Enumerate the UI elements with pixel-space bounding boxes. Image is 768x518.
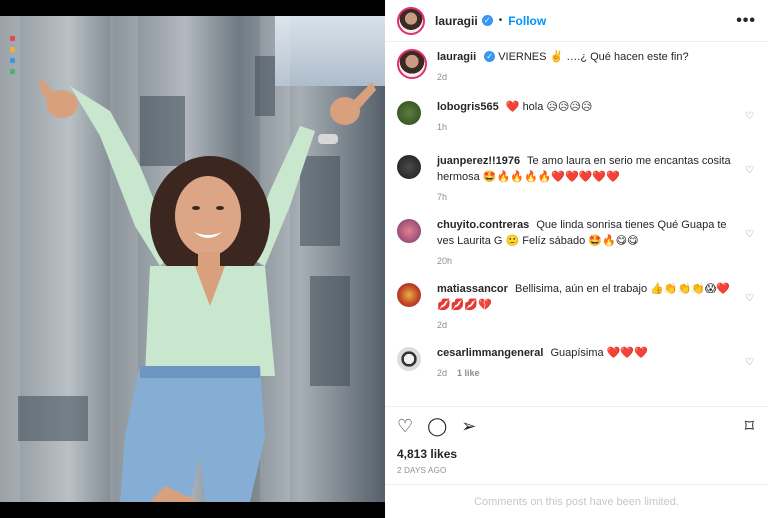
username[interactable]: lauragii bbox=[435, 14, 478, 28]
comment-time: 20h bbox=[437, 256, 453, 266]
comment-text: Guapísima ❤️❤️❤️ bbox=[550, 347, 648, 359]
like-comment-icon[interactable]: ♡ bbox=[745, 357, 754, 368]
follow-button[interactable]: Follow bbox=[508, 14, 546, 28]
comment-likes[interactable]: 1 like bbox=[457, 368, 480, 378]
bookmark-icon[interactable]: ⌑ bbox=[745, 416, 754, 437]
comment-time: 1h bbox=[437, 122, 448, 132]
post-header: lauragii ✓ • Follow ••• bbox=[385, 0, 768, 42]
post-side-panel: lauragii ✓ • Follow ••• lauragii ✓ VIERNE… bbox=[385, 0, 768, 518]
comment-icon[interactable]: ◯ bbox=[427, 416, 447, 437]
more-options-icon[interactable]: ••• bbox=[736, 12, 756, 30]
avatar[interactable] bbox=[397, 283, 421, 307]
comment-row: matiassancor Bellisima, aún en el trabaj… bbox=[397, 281, 756, 345]
share-icon[interactable]: ➢ bbox=[461, 416, 476, 437]
comments-list[interactable]: lauragii ✓ VIERNES ✌️ ….¿ Qué hacen este … bbox=[385, 43, 768, 405]
likes-count[interactable]: 4,813 likes bbox=[397, 447, 756, 461]
avatar[interactable] bbox=[397, 49, 427, 79]
comment-text: ❤️ hola 😥😥😥😥 bbox=[505, 101, 593, 113]
comment-username[interactable]: matiassancor bbox=[437, 283, 508, 295]
post-timestamp: 2 DAYS AGO bbox=[397, 466, 447, 475]
caption-time: 2d bbox=[437, 72, 448, 82]
like-comment-icon[interactable]: ♡ bbox=[745, 293, 754, 304]
caption-text: VIERNES ✌️ ….¿ Qué hacen este fin? bbox=[498, 51, 689, 63]
verified-icon: ✓ bbox=[484, 51, 496, 62]
heart-icon[interactable]: ♡ bbox=[397, 416, 413, 437]
comment-row: lobogris565 ❤️ hola 😥😥😥😥 1h ♡ bbox=[397, 99, 756, 145]
comment-row: juanperez!!1976 Te amo laura en serio me… bbox=[397, 153, 756, 217]
verified-icon: ✓ bbox=[481, 15, 493, 26]
comment-username[interactable]: chuyito.contreras bbox=[437, 219, 529, 231]
comment-time: 7h bbox=[437, 192, 448, 202]
post-actions: ♡ ◯ ➢ ⌑ 4,813 likes 2 DAYS AGO bbox=[385, 406, 768, 475]
post-photo[interactable] bbox=[0, 16, 385, 502]
comment-username[interactable]: cesarlimmangeneral bbox=[437, 347, 543, 359]
post-media-pane bbox=[0, 0, 385, 518]
avatar[interactable] bbox=[397, 219, 421, 243]
woman-figure bbox=[38, 80, 376, 502]
comment-time: 2d bbox=[437, 368, 448, 378]
caption-row: lauragii ✓ VIERNES ✌️ ….¿ Qué hacen este … bbox=[397, 49, 756, 85]
comment-username[interactable]: lobogris565 bbox=[437, 101, 499, 113]
comment-row: cesarlimmangeneral Guapísima ❤️❤️❤️ 2d 1 … bbox=[397, 345, 756, 391]
comment-username[interactable]: juanperez!!1976 bbox=[437, 155, 520, 167]
comment-time: 2d bbox=[437, 320, 448, 330]
separator-dot: • bbox=[498, 15, 503, 26]
comments-limited-notice: Comments on this post have been limited. bbox=[385, 484, 768, 518]
caption-username[interactable]: lauragii bbox=[437, 51, 476, 63]
like-comment-icon[interactable]: ♡ bbox=[745, 111, 754, 122]
like-comment-icon[interactable]: ♡ bbox=[745, 165, 754, 176]
avatar[interactable] bbox=[397, 347, 421, 371]
avatar[interactable] bbox=[397, 101, 421, 125]
comment-row: chuyito.contreras Que linda sonrisa tien… bbox=[397, 217, 756, 281]
avatar[interactable] bbox=[397, 6, 425, 35]
avatar[interactable] bbox=[397, 155, 421, 179]
like-comment-icon[interactable]: ♡ bbox=[745, 229, 754, 240]
